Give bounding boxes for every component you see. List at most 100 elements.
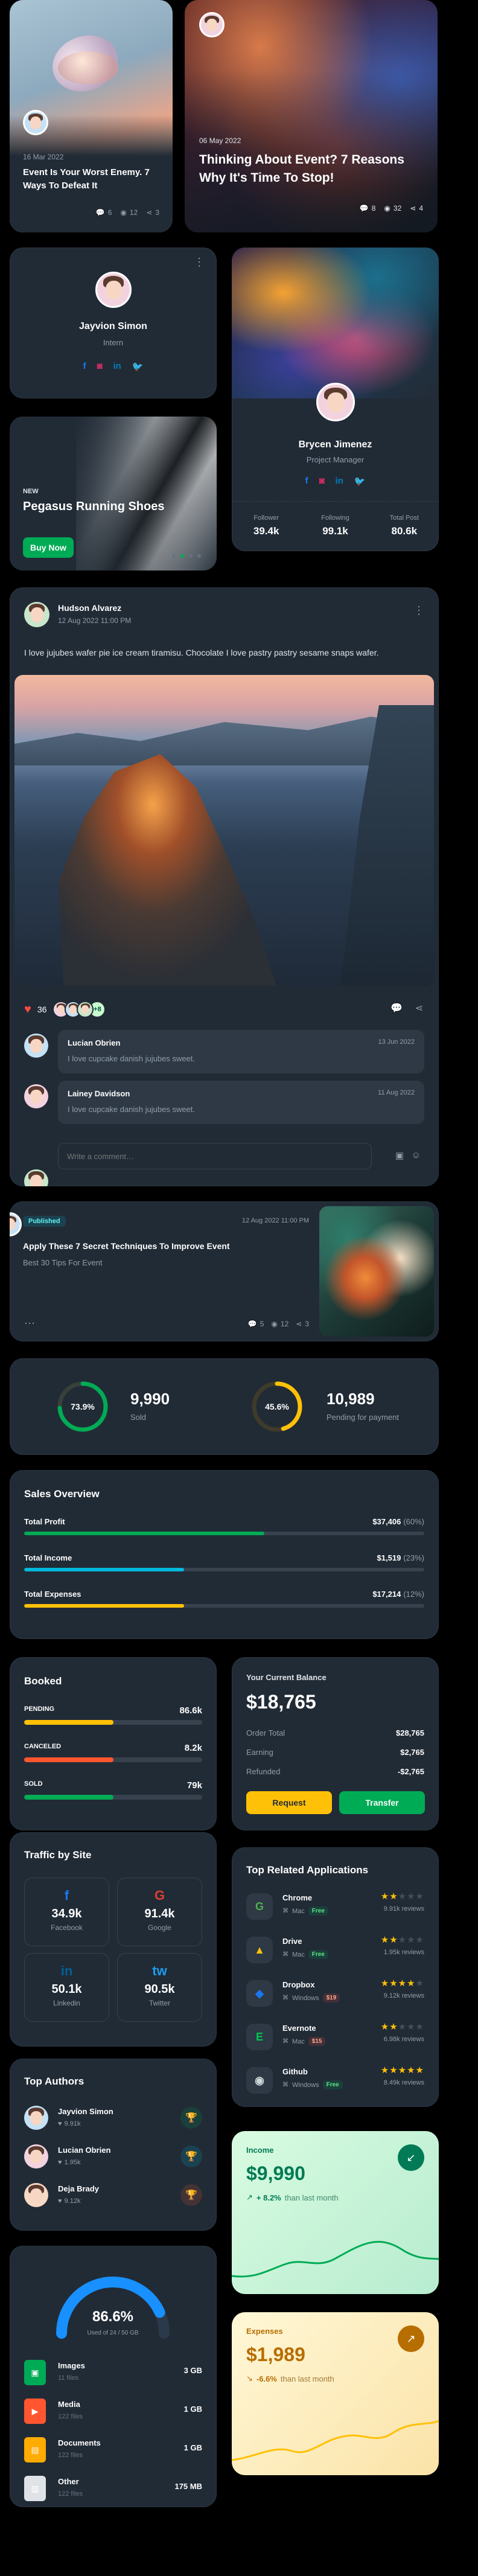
booked-label: SOLD — [24, 1780, 43, 1788]
author-avatar[interactable] — [23, 110, 48, 135]
comment-icon: 💬 — [359, 204, 369, 213]
sold-label: Sold — [130, 1413, 147, 1422]
likers-group[interactable]: +8 — [53, 1001, 106, 1018]
sales-progress-bar — [24, 1568, 424, 1571]
author-name[interactable]: Hudson Alvarez — [58, 603, 121, 613]
post-photo — [14, 675, 434, 986]
comment-icon[interactable]: 💬 — [390, 1002, 403, 1014]
heart-icon[interactable]: ♥ — [24, 1003, 31, 1017]
carousel-dot[interactable] — [189, 554, 193, 558]
storage-row: ▤ Documents 122 files 1 GB — [24, 2435, 202, 2473]
commenter-name: Lainey Davidson — [68, 1089, 130, 1098]
more-options-icon[interactable]: ⋯ — [24, 1317, 35, 1330]
star-icon: ★ — [398, 1891, 407, 1902]
traffic-tile-facebook: f 34.9k Facebook — [24, 1878, 109, 1946]
star-icon: ★ — [389, 1978, 398, 1989]
expenses-note: than last month — [280, 2374, 334, 2383]
star-icon: ★ — [389, 1891, 398, 1902]
balance-row-label: Refunded — [246, 1767, 281, 1776]
author-avatar[interactable] — [10, 1212, 22, 1236]
post-title[interactable]: Event Is Your Worst Enemy. 7 Ways To Def… — [23, 166, 162, 193]
trend-down-icon: ↘ — [246, 2374, 253, 2383]
app-row[interactable]: E Evernote ⌘ Mac $15 ★★★★★ 6.98k reviews — [246, 2019, 424, 2062]
author-row[interactable]: Lucian Obrien ♥ 1.95k 🏆 — [24, 2144, 202, 2183]
author-row[interactable]: Jayvion Simon ♥ 9.91k 🏆 — [24, 2106, 202, 2144]
expenses-amount: $1,989 — [246, 2344, 305, 2365]
post-card-large[interactable]: 06 May 2022 Thinking About Event? 7 Reas… — [185, 0, 438, 232]
transfer-button[interactable]: Transfer — [339, 1791, 425, 1814]
emoji-icon[interactable]: ☺ — [412, 1150, 421, 1160]
app-name: Evernote — [282, 2024, 316, 2033]
comment-input[interactable] — [58, 1143, 372, 1169]
comment-date: 13 Jun 2022 — [378, 1038, 415, 1046]
share-icon[interactable]: ⋖ — [415, 1002, 423, 1014]
like-count: 36 — [37, 1005, 47, 1014]
balance-row: Earning $2,765 — [246, 1748, 424, 1767]
request-button[interactable]: Request — [246, 1791, 332, 1814]
image-icon[interactable]: ▣ — [395, 1150, 404, 1161]
income-amount: $9,990 — [246, 2162, 305, 2184]
linkedin-icon[interactable]: in — [336, 476, 343, 487]
author-row[interactable]: Deja Brady ♥ 9.12k 🏆 — [24, 2183, 202, 2222]
promo-carousel: NEW Pegasus Running Shoes Buy Now — [10, 417, 217, 570]
instagram-icon[interactable]: ◙ — [97, 361, 102, 372]
stat-following: Following 99.1k — [321, 514, 349, 537]
twitter-icon[interactable]: 🐦 — [132, 361, 144, 372]
more-options-icon[interactable]: ⋮ — [194, 256, 205, 269]
app-row[interactable]: ◉ Github ⌘ Windows Free ★★★★★ 8.49k reviews — [246, 2062, 424, 2106]
booked-row: CANCELED 8.2k — [24, 1743, 202, 1780]
balance-row: Refunded -$2,765 — [246, 1767, 424, 1786]
twitter-icon[interactable]: 🐦 — [354, 476, 366, 487]
app-row[interactable]: ▲ Drive ⌘ Mac Free ★★★★★ 1.95k reviews — [246, 1932, 424, 1975]
booked-progress-fill — [24, 1720, 113, 1725]
buy-now-button[interactable]: Buy Now — [23, 537, 74, 558]
author-avatar[interactable] — [199, 12, 225, 37]
storage-count: 122 files — [58, 2413, 83, 2420]
more-options-icon[interactable]: ⋮ — [413, 604, 424, 617]
app-os: Mac — [292, 2037, 305, 2045]
trend-up-icon: ↗ — [246, 2193, 253, 2202]
current-user-avatar — [24, 1169, 48, 1186]
article-title[interactable]: Apply These 7 Secret Techniques To Impro… — [23, 1241, 230, 1251]
rating-stars: ★★★★★ — [381, 2065, 424, 2076]
share-icon: ⋖ — [146, 208, 153, 217]
card-title: Your Current Balance — [246, 1673, 327, 1682]
facebook-icon[interactable]: f — [305, 476, 308, 487]
os-icon: ⌘ — [282, 2082, 288, 2088]
promo-badge: NEW — [23, 488, 39, 495]
author-likes: 9.12k — [64, 2197, 81, 2205]
article-card[interactable]: Published 12 Aug 2022 11:00 PM Apply The… — [10, 1201, 439, 1341]
pending-ring: 45.6% — [252, 1381, 302, 1432]
balance-row: Order Total $28,765 — [246, 1728, 424, 1748]
post-title[interactable]: Thinking About Event? 7 Reasons Why It's… — [199, 151, 429, 187]
star-icon: ★ — [389, 2022, 398, 2032]
storage-card: 86.6% Used of 24 / 50 GB ▣ Images 11 files… — [10, 2246, 217, 2507]
booked-value: 8.2k — [184, 1743, 202, 1753]
price-badge: $15 — [308, 2037, 326, 2046]
carousel-dot-active[interactable] — [180, 554, 184, 558]
sold-ring-label: 73.9% — [71, 1402, 95, 1411]
app-row[interactable]: ◆ Dropbox ⌘ Windows $19 ★★★★★ 9.12k reviews — [246, 1975, 424, 2019]
media-icon: ▶ — [24, 2399, 46, 2424]
trophy-icon: 🏆 — [180, 2146, 202, 2167]
heart-icon: ♥ — [58, 2120, 62, 2127]
arrow-icon[interactable]: ↙ — [398, 2144, 424, 2171]
arrow-icon[interactable]: ↗ — [398, 2325, 424, 2352]
progress-counters-card: 73.9% 9,990 Sold 45.6% 10,989 Pending fo… — [10, 1358, 439, 1455]
app-row[interactable]: G Chrome ⌘ Mac Free ★★★★★ 9.91k reviews — [246, 1888, 424, 1932]
facebook-icon[interactable]: f — [83, 361, 86, 372]
carousel-dot[interactable] — [172, 554, 176, 558]
comment-stat: 💬 6 — [95, 208, 112, 217]
carousel-dot[interactable] — [197, 554, 201, 558]
instagram-icon[interactable]: ◙ — [319, 476, 324, 487]
app-os: Windows — [292, 2081, 319, 2089]
sales-row-amount: $1,519 (23%) — [377, 1553, 424, 1562]
author-avatar[interactable] — [24, 602, 49, 627]
post-card-small[interactable]: 16 Mar 2022 Event Is Your Worst Enemy. 7… — [10, 0, 173, 232]
linkedin-icon[interactable]: in — [113, 361, 121, 372]
view-stat: ◉ 12 — [271, 1320, 289, 1328]
storage-size: 175 MB — [174, 2482, 202, 2491]
sales-row: Total Income $1,519 (23%) — [24, 1553, 424, 1590]
sales-row-label: Total Expenses — [24, 1590, 81, 1599]
storage-row: ▥ Other 122 files 175 MB — [24, 2473, 202, 2507]
